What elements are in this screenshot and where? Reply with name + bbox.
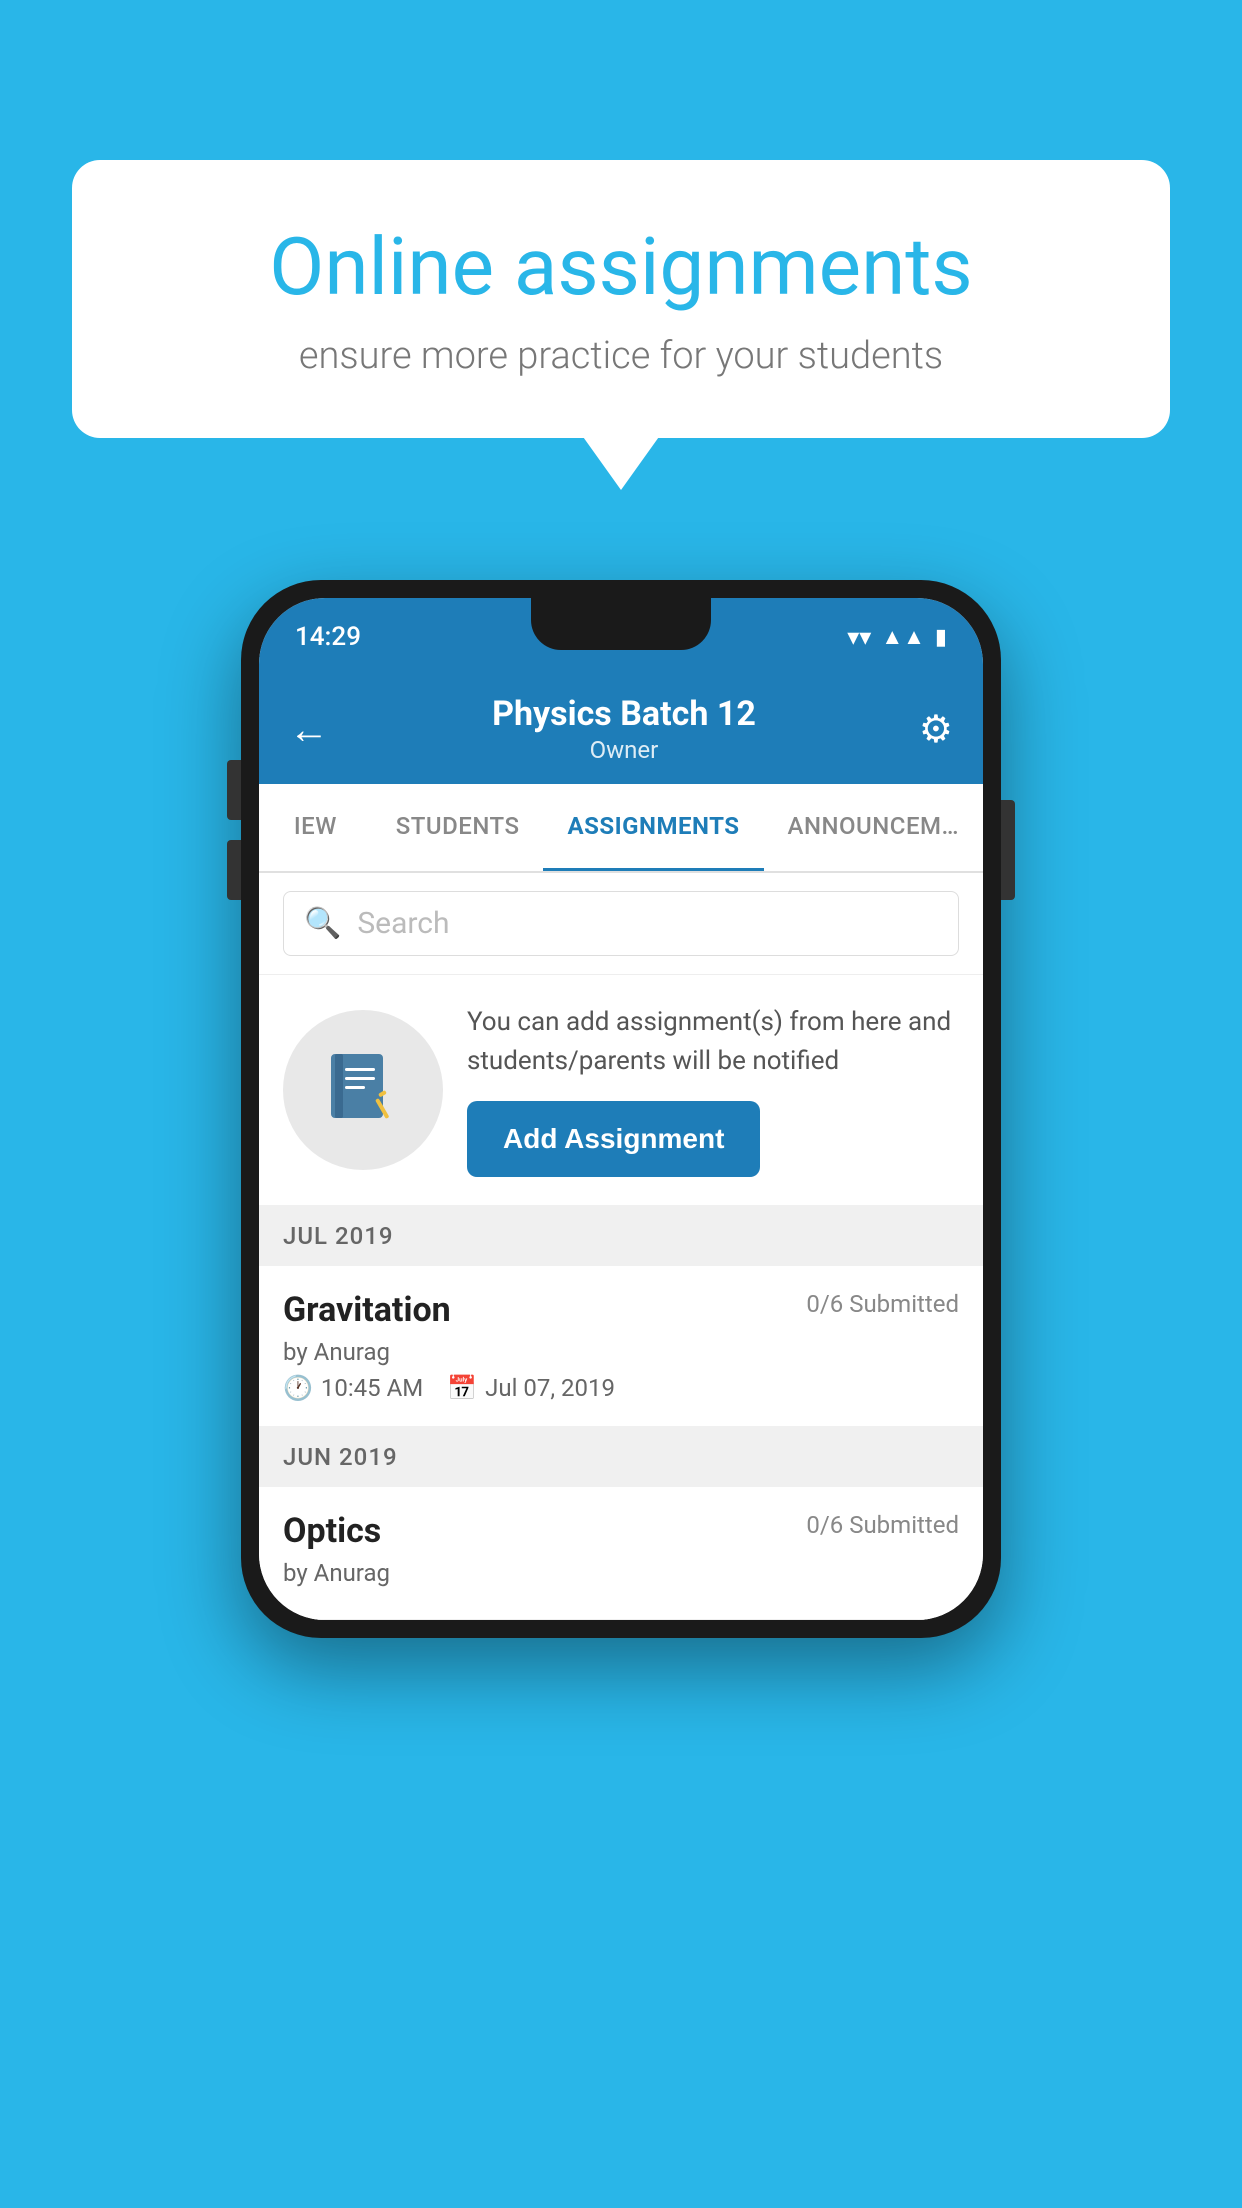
search-area: 🔍 Search <box>259 873 983 975</box>
promo-icon <box>283 1010 443 1170</box>
status-time: 14:29 <box>295 622 361 652</box>
app-header: ← Physics Batch 12 Owner ⚙ <box>259 676 983 784</box>
assignment-item-gravitation[interactable]: Gravitation 0/6 Submitted by Anurag 🕐 10… <box>259 1266 983 1427</box>
assignment-submitted-gravitation: 0/6 Submitted <box>806 1290 959 1318</box>
assignment-title-optics: Optics <box>283 1511 381 1551</box>
assignment-date-gravitation: 📅 Jul 07, 2019 <box>447 1374 615 1402</box>
speech-bubble: Online assignments ensure more practice … <box>72 160 1170 438</box>
battery-icon: ▮ <box>935 625 947 650</box>
speech-bubble-subtitle: ensure more practice for your students <box>142 334 1100 378</box>
phone-mockup: 14:29 ▾▾ ▲▲ ▮ ← Physics Batch 12 Owner ⚙… <box>241 580 1001 1638</box>
volume-down-button <box>227 840 241 900</box>
tab-iew[interactable]: IEW <box>259 784 372 871</box>
add-assignment-button[interactable]: Add Assignment <box>467 1101 760 1177</box>
header-title: Physics Batch 12 <box>492 694 756 734</box>
assignment-submitted-optics: 0/6 Submitted <box>806 1511 959 1539</box>
tab-announcements[interactable]: ANNOUNCEM… <box>764 784 983 871</box>
phone-screen: 14:29 ▾▾ ▲▲ ▮ ← Physics Batch 12 Owner ⚙… <box>259 598 983 1620</box>
signal-icon: ▲▲ <box>881 624 925 650</box>
assignment-top-row-optics: Optics 0/6 Submitted <box>283 1511 959 1551</box>
header-center: Physics Batch 12 Owner <box>492 694 756 764</box>
status-bar: 14:29 ▾▾ ▲▲ ▮ <box>259 598 983 676</box>
section-header-jul: JUL 2019 <box>259 1206 983 1266</box>
clock-icon: 🕐 <box>283 1374 313 1402</box>
tabs-bar: IEW STUDENTS ASSIGNMENTS ANNOUNCEM… <box>259 784 983 873</box>
assignment-item-optics[interactable]: Optics 0/6 Submitted by Anurag <box>259 1487 983 1620</box>
header-subtitle: Owner <box>492 736 756 764</box>
section-header-jun: JUN 2019 <box>259 1427 983 1487</box>
search-input-wrap[interactable]: 🔍 Search <box>283 891 959 956</box>
search-placeholder: Search <box>357 906 449 941</box>
assignment-time-text: 10:45 AM <box>321 1374 423 1402</box>
assignment-top-row: Gravitation 0/6 Submitted <box>283 1290 959 1330</box>
assignment-by-optics: by Anurag <box>283 1559 959 1587</box>
assignment-meta-gravitation: 🕐 10:45 AM 📅 Jul 07, 2019 <box>283 1374 959 1402</box>
section-month-jul: JUL 2019 <box>283 1222 394 1250</box>
phone-outer: 14:29 ▾▾ ▲▲ ▮ ← Physics Batch 12 Owner ⚙… <box>241 580 1001 1638</box>
assignment-time-gravitation: 🕐 10:45 AM <box>283 1374 423 1402</box>
promo-text: You can add assignment(s) from here and … <box>467 1003 959 1081</box>
assignment-by-gravitation: by Anurag <box>283 1338 959 1366</box>
power-button <box>1001 800 1015 900</box>
assignment-title-gravitation: Gravitation <box>283 1290 451 1330</box>
status-icons: ▾▾ ▲▲ ▮ <box>847 623 947 651</box>
back-button[interactable]: ← <box>289 706 329 753</box>
tab-students[interactable]: STUDENTS <box>372 784 544 871</box>
assignment-date-text: Jul 07, 2019 <box>485 1374 615 1402</box>
search-icon: 🔍 <box>304 906 341 941</box>
section-month-jun: JUN 2019 <box>283 1443 398 1471</box>
calendar-icon: 📅 <box>447 1374 477 1402</box>
wifi-icon: ▾▾ <box>847 623 871 651</box>
promo-section: You can add assignment(s) from here and … <box>259 975 983 1206</box>
speech-bubble-title: Online assignments <box>142 220 1100 314</box>
volume-up-button <box>227 760 241 820</box>
settings-button[interactable]: ⚙ <box>919 707 953 752</box>
speech-bubble-container: Online assignments ensure more practice … <box>72 160 1170 438</box>
promo-content: You can add assignment(s) from here and … <box>467 1003 959 1177</box>
tab-assignments[interactable]: ASSIGNMENTS <box>543 784 763 871</box>
